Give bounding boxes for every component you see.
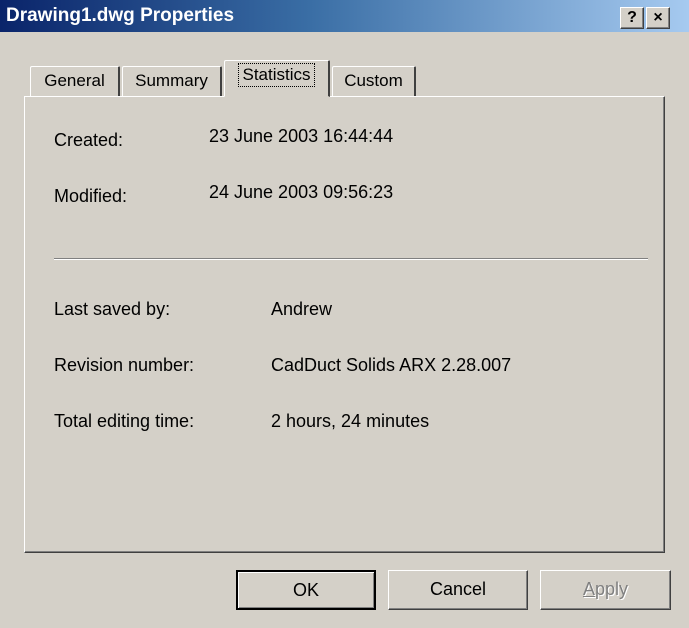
tab-statistics[interactable]: Statistics — [224, 60, 330, 97]
tab-custom[interactable]: Custom — [332, 66, 416, 96]
total-editing-time-value: 2 hours, 24 minutes — [271, 411, 430, 431]
apply-button-mnemonic: A — [582, 579, 595, 599]
close-button[interactable]: × — [646, 7, 670, 29]
help-icon: ? — [627, 9, 637, 26]
last-saved-by-label: Last saved by: — [54, 299, 171, 319]
modified-label: Modified: — [54, 186, 128, 206]
created-label: Created: — [54, 130, 124, 150]
title-bar: Drawing1.dwg Properties ? × — [0, 0, 689, 32]
revision-number-label: Revision number: — [54, 355, 195, 375]
section-divider — [54, 258, 648, 260]
window-title: Drawing1.dwg Properties — [6, 5, 235, 26]
ok-button-label: OK — [292, 580, 319, 600]
apply-button[interactable]: Apply — [540, 570, 671, 610]
created-value: 23 June 2003 16:44:44 — [209, 126, 394, 146]
tab-general[interactable]: General — [30, 66, 120, 96]
ok-button[interactable]: OK — [236, 570, 376, 610]
apply-button-label: pply — [594, 579, 629, 599]
tab-summary[interactable]: Summary — [122, 66, 222, 96]
tab-summary-label: Summary — [135, 71, 208, 90]
tab-general-label: General — [44, 71, 105, 90]
tab-statistics-label: Statistics — [238, 63, 315, 87]
revision-number-value: CadDuct Solids ARX 2.28.007 — [271, 355, 512, 375]
cancel-button-label: Cancel — [429, 579, 487, 599]
total-editing-time-label: Total editing time: — [54, 411, 195, 431]
last-saved-by-value: Andrew — [271, 299, 333, 319]
close-icon: × — [653, 9, 663, 26]
cancel-button[interactable]: Cancel — [388, 570, 528, 610]
help-button[interactable]: ? — [620, 7, 644, 29]
tab-custom-label: Custom — [344, 71, 403, 90]
statistics-panel — [24, 96, 665, 553]
modified-value: 24 June 2003 09:56:23 — [209, 182, 394, 202]
